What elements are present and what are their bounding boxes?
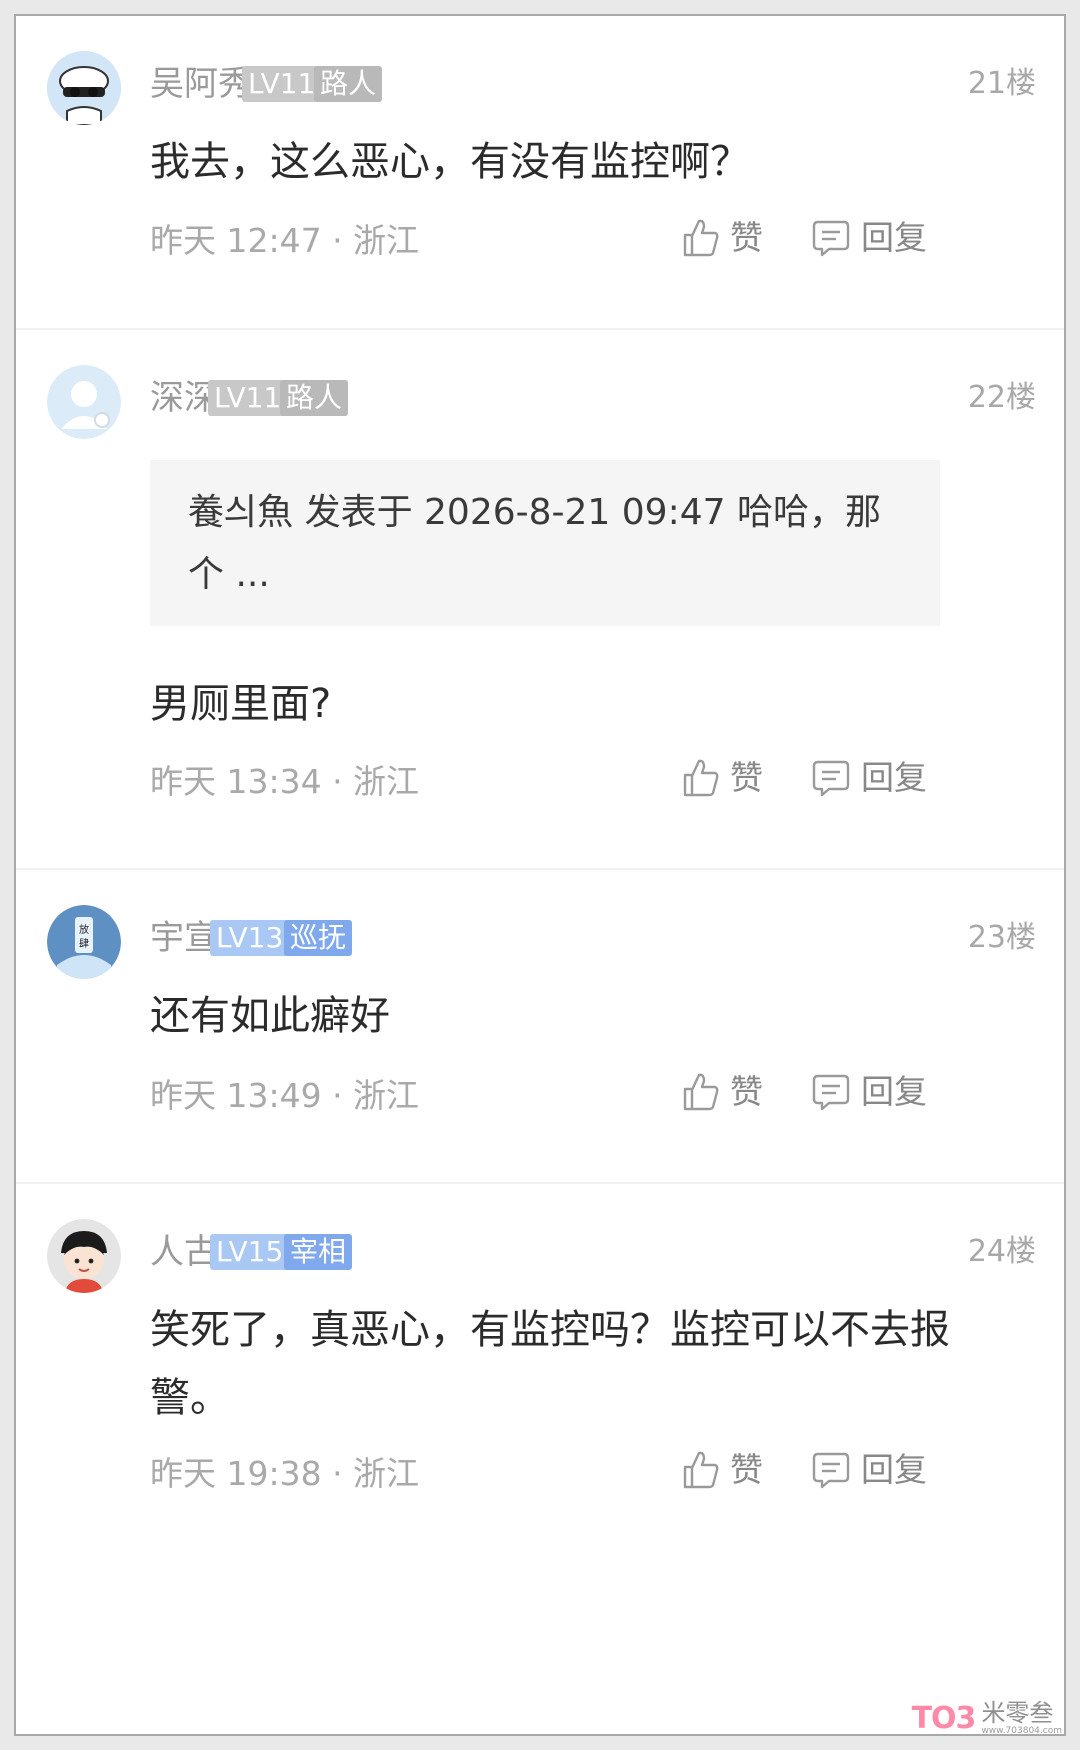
timestamp-location: 昨天 13:34 · 浙江 <box>150 762 420 801</box>
thumbs-up-icon <box>682 1072 720 1112</box>
floor-number: 24楼 <box>967 1234 1036 1269</box>
reply-icon <box>811 218 851 258</box>
like-label: 赞 <box>730 218 763 257</box>
rank-badge: 巡抚 <box>284 920 353 956</box>
comment-thread: 吴阿秀 LV11 路人 21楼 我去，这么恶心，有没有监控啊？ 昨天 12:47… <box>14 14 1066 1736</box>
watermark-logo: TO3 <box>911 1700 977 1736</box>
like-label: 赞 <box>730 758 763 797</box>
like-button[interactable]: 赞 <box>682 758 763 798</box>
watermark-url: www.703804.com <box>981 1726 1062 1736</box>
comment-text: 男厕里面? <box>150 681 332 727</box>
rank-badge: 路人 <box>280 380 349 416</box>
comment-text: 我去，这么恶心，有没有监控啊？ <box>150 139 750 185</box>
floor-number: 23楼 <box>967 920 1036 955</box>
quoted-reply[interactable]: 養싀魚 发表于 2026-8-21 09:47 哈哈，那个 ... <box>150 460 940 626</box>
reply-button[interactable]: 回复 <box>811 218 927 258</box>
thumbs-up-icon <box>682 218 720 258</box>
reply-icon <box>811 1450 851 1490</box>
avatar[interactable] <box>47 51 121 125</box>
floor-number: 21楼 <box>967 66 1036 101</box>
thumbs-up-icon <box>682 1450 720 1490</box>
username[interactable]: 人古 <box>150 1232 218 1272</box>
comment-text: 还有如此癖好 <box>150 993 390 1039</box>
reply-icon <box>811 1072 851 1112</box>
avatar[interactable] <box>47 365 121 439</box>
level-badge: LV13 <box>210 920 290 956</box>
like-button[interactable]: 赞 <box>682 1450 763 1490</box>
svg-text:肆: 肆 <box>79 938 89 950</box>
level-badge: LV11 <box>208 380 288 416</box>
rank-badge: 宰相 <box>284 1234 353 1270</box>
level-badge: LV11 <box>242 66 322 102</box>
svg-text:放: 放 <box>79 923 89 936</box>
reply-button[interactable]: 回复 <box>811 1072 927 1112</box>
avatar[interactable] <box>47 1219 121 1293</box>
timestamp-location: 昨天 13:49 · 浙江 <box>150 1076 420 1115</box>
reply-label: 回复 <box>861 1072 927 1111</box>
like-button[interactable]: 赞 <box>682 1072 763 1112</box>
watermark-text: 米零叁 <box>981 1699 1054 1727</box>
comment-text: 笑死了，真恶心，有监控吗？监控可以不去报警。 <box>150 1307 950 1421</box>
watermark: TO3 米零叁 www.703804.com <box>912 1700 1062 1736</box>
username[interactable]: 吴阿秀 <box>150 64 252 104</box>
reply-button[interactable]: 回复 <box>811 758 927 798</box>
floor-number: 22楼 <box>967 380 1036 415</box>
like-label: 赞 <box>730 1450 763 1489</box>
comment-item: 人古 LV15 宰相 24楼 笑死了，真恶心，有监控吗？监控可以不去报警。 昨天… <box>16 1184 1064 1734</box>
timestamp-location: 昨天 19:38 · 浙江 <box>150 1454 420 1493</box>
comment-item: 深深 LV11 路人 22楼 養싀魚 发表于 2026-8-21 09:47 哈… <box>16 330 1064 868</box>
username[interactable]: 宇宣 <box>150 918 218 958</box>
like-label: 赞 <box>730 1072 763 1111</box>
rank-badge: 路人 <box>314 66 383 102</box>
reply-label: 回复 <box>861 758 927 797</box>
comment-item: 放 肆 宇宣 LV13 巡抚 23楼 还有如此癖好 昨天 13:49 · 浙江 … <box>16 870 1064 1182</box>
avatar[interactable]: 放 肆 <box>47 905 121 979</box>
thumbs-up-icon <box>682 758 720 798</box>
reply-icon <box>811 758 851 798</box>
reply-button[interactable]: 回复 <box>811 1450 927 1490</box>
level-badge: LV15 <box>210 1234 290 1270</box>
timestamp-location: 昨天 12:47 · 浙江 <box>150 221 420 260</box>
reply-label: 回复 <box>861 218 927 257</box>
comment-item: 吴阿秀 LV11 路人 21楼 我去，这么恶心，有没有监控啊？ 昨天 12:47… <box>16 16 1064 328</box>
reply-label: 回复 <box>861 1450 927 1489</box>
like-button[interactable]: 赞 <box>682 218 763 258</box>
